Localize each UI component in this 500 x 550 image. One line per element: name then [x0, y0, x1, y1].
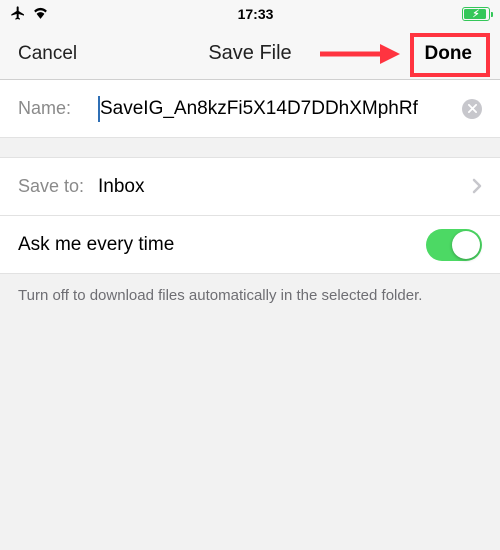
name-input[interactable] [100, 98, 456, 120]
annotation-arrow [320, 44, 400, 64]
wifi-icon [32, 6, 49, 22]
save-to-row[interactable]: Save to: Inbox [0, 158, 500, 216]
name-label: Name: [18, 98, 98, 119]
done-button[interactable]: Done [415, 37, 483, 71]
clear-icon[interactable] [462, 99, 482, 119]
status-bar: 17:33 ⚡︎ [0, 0, 500, 28]
page-title: Save File [208, 42, 291, 65]
content: Name: Save to: Inbox Ask me every time T… [0, 80, 500, 318]
cancel-button[interactable]: Cancel [18, 43, 77, 65]
section-gap [0, 138, 500, 158]
ask-every-time-label: Ask me every time [18, 234, 174, 256]
nav-bar: Cancel Save File Done [0, 28, 500, 80]
status-time: 17:33 [238, 6, 274, 22]
toggle-knob [452, 231, 480, 259]
status-right: ⚡︎ [462, 7, 490, 21]
footer-help-text: Turn off to download files automatically… [0, 274, 500, 318]
name-row[interactable]: Name: [0, 80, 500, 138]
save-to-value: Inbox [98, 176, 472, 198]
chevron-right-icon [472, 173, 482, 201]
status-left [10, 5, 49, 24]
ask-every-time-row: Ask me every time [0, 216, 500, 274]
ask-every-time-toggle[interactable] [426, 229, 482, 261]
save-to-label: Save to: [18, 176, 98, 197]
battery-icon: ⚡︎ [462, 7, 490, 21]
airplane-icon [10, 5, 26, 24]
